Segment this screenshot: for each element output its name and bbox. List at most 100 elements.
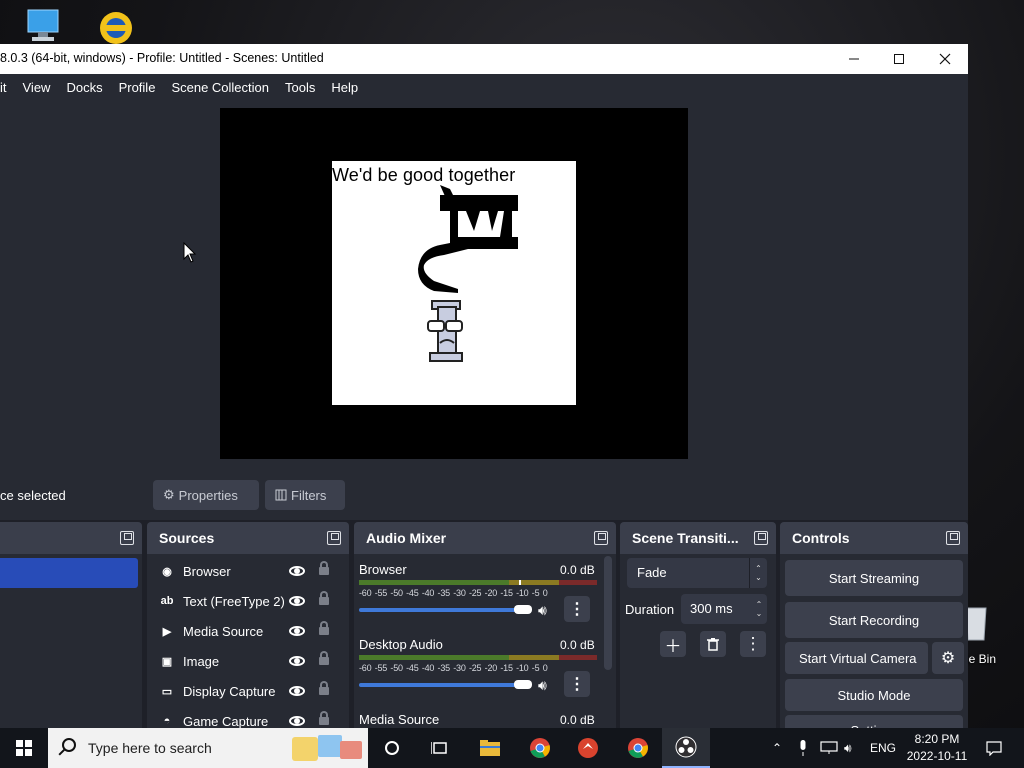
- source-label: Browser: [183, 563, 231, 579]
- search-placeholder: Type here to search: [88, 740, 212, 756]
- source-item-media-source[interactable]: ▶ Media Source: [147, 616, 349, 646]
- start-streaming-button[interactable]: Start Streaming: [785, 560, 963, 596]
- add-transition-button[interactable]: ＋: [660, 631, 686, 657]
- maximize-button[interactable]: [876, 44, 922, 74]
- gear-icon: ⚙: [940, 650, 956, 667]
- minimize-button[interactable]: [831, 44, 877, 74]
- undock-icon[interactable]: [120, 531, 134, 545]
- visibility-eye-icon[interactable]: [289, 716, 305, 726]
- notification-icon: [986, 741, 1002, 756]
- undock-icon[interactable]: [946, 531, 960, 545]
- visibility-eye-icon[interactable]: [289, 656, 305, 666]
- lock-icon[interactable]: [319, 651, 329, 665]
- visibility-eye-icon[interactable]: [289, 626, 305, 636]
- settings-button[interactable]: Settings: [785, 715, 963, 728]
- scene-list-item-selected[interactable]: [0, 558, 138, 588]
- source-item-display-capture[interactable]: ▭ Display Capture: [147, 676, 349, 706]
- undock-icon[interactable]: [594, 531, 608, 545]
- menu-scene-collection[interactable]: Scene Collection: [163, 80, 277, 95]
- source-item-image[interactable]: ▣ Image: [147, 646, 349, 676]
- text-icon: ab: [160, 595, 174, 607]
- virtual-camera-settings-button[interactable]: ⚙: [932, 642, 964, 674]
- properties-button[interactable]: ⚙ Properties: [153, 480, 259, 510]
- file-explorer-taskbar-button[interactable]: [466, 728, 514, 768]
- title-bar[interactable]: 8.0.3 (64-bit, windows) - Profile: Untit…: [0, 44, 968, 74]
- undock-icon[interactable]: [327, 531, 341, 545]
- language-label: ENG: [870, 741, 897, 755]
- menu-docks[interactable]: Docks: [58, 80, 110, 95]
- menu-tools[interactable]: Tools: [277, 80, 323, 95]
- lock-icon[interactable]: [319, 711, 329, 725]
- start-recording-button[interactable]: Start Recording: [785, 602, 963, 638]
- taskbar-clock[interactable]: 8:20 PM 2022-10-11: [904, 731, 970, 765]
- volume-slider-browser[interactable]: [359, 608, 517, 612]
- search-highlight-illustration-icon: [292, 735, 362, 761]
- chrome-taskbar-button[interactable]: [516, 728, 564, 768]
- task-view-icon-button[interactable]: [416, 728, 464, 768]
- transition-menu-button[interactable]: ⋮: [740, 631, 766, 657]
- network-tray-icon[interactable]: [820, 728, 838, 768]
- chevron-up-icon: ⌃: [772, 741, 783, 755]
- app-desktop-icon[interactable]: [92, 8, 140, 44]
- lock-icon[interactable]: [319, 561, 329, 575]
- duration-spinbox[interactable]: 300 ms ⌃ ⌄: [681, 594, 767, 624]
- undock-icon[interactable]: [754, 531, 768, 545]
- cortana-circle-icon: [385, 741, 399, 755]
- studio-mode-button[interactable]: Studio Mode: [785, 679, 963, 711]
- gamepad-icon: ◓: [163, 715, 171, 727]
- filters-button[interactable]: Filters: [265, 480, 345, 510]
- volume-tray-icon[interactable]: 🔊︎: [844, 728, 852, 768]
- menu-help[interactable]: Help: [323, 80, 366, 95]
- visibility-eye-icon[interactable]: [289, 566, 305, 576]
- channel-menu-button[interactable]: ⋮: [564, 671, 590, 697]
- menu-edit[interactable]: it: [0, 80, 15, 95]
- show-hidden-icons-button[interactable]: ⌃: [772, 728, 782, 768]
- visibility-eye-icon[interactable]: [289, 686, 305, 696]
- taskbar-search-box[interactable]: Type here to search: [48, 728, 368, 768]
- chrome-icon: [530, 738, 550, 758]
- speaker-icon: 🔊︎: [844, 740, 852, 755]
- lock-icon[interactable]: [319, 621, 329, 635]
- close-button[interactable]: [922, 44, 968, 74]
- menu-view[interactable]: View: [15, 80, 59, 95]
- menu-profile[interactable]: Profile: [111, 80, 164, 95]
- scenes-dock-header: [0, 522, 142, 554]
- source-item-game-capture[interactable]: ◓ Game Capture: [147, 706, 349, 728]
- sources-dock-title: Sources: [159, 530, 215, 546]
- visibility-eye-icon[interactable]: [289, 596, 305, 606]
- chrome-taskbar-button-2[interactable]: [614, 728, 662, 768]
- mixer-scrollbar[interactable]: [604, 556, 612, 670]
- microphone-tray-icon[interactable]: [798, 728, 808, 768]
- this-pc-desktop-icon[interactable]: [22, 8, 64, 44]
- app-taskbar-button[interactable]: [564, 728, 612, 768]
- task-view-button[interactable]: [368, 728, 416, 768]
- channel-db-desktop-audio: 0.0 dB: [560, 638, 595, 652]
- scene-transitions-dock: Scene Transiti... Fade ⌃ ⌄ Duration 300 m…: [620, 522, 776, 728]
- recycle-bin-icon[interactable]: [960, 600, 1024, 680]
- volume-slider-handle[interactable]: [514, 605, 532, 614]
- speaker-icon[interactable]: 🔊︎: [538, 677, 547, 694]
- volume-slider-desktop-audio[interactable]: [359, 683, 517, 687]
- obs-taskbar-button[interactable]: [662, 728, 710, 768]
- lock-icon[interactable]: [319, 681, 329, 695]
- gear-icon: ⚙: [163, 487, 175, 502]
- transition-select[interactable]: Fade ⌃ ⌄: [627, 558, 767, 588]
- input-language-indicator[interactable]: ENG: [870, 728, 896, 768]
- spin-arrow-icon[interactable]: ⌃ ⌄: [751, 594, 767, 624]
- source-label: Media Source: [183, 623, 264, 639]
- lock-icon[interactable]: [319, 591, 329, 605]
- remove-transition-button[interactable]: [700, 631, 726, 657]
- source-item-browser[interactable]: ◉ Browser: [147, 556, 349, 586]
- start-button[interactable]: [0, 728, 48, 768]
- notification-center-button[interactable]: [976, 728, 1012, 768]
- audio-mixer-dock-title: Audio Mixer: [366, 530, 447, 546]
- network-icon: [820, 741, 838, 754]
- program-preview[interactable]: We'd be good together: [220, 108, 688, 459]
- start-virtual-camera-button[interactable]: Start Virtual Camera: [785, 642, 928, 674]
- speaker-icon[interactable]: 🔊︎: [538, 602, 547, 619]
- globe-icon: ◉: [162, 565, 172, 578]
- volume-slider-handle[interactable]: [514, 680, 532, 689]
- obs-icon: [675, 736, 697, 758]
- channel-menu-button[interactable]: ⋮: [564, 596, 590, 622]
- source-item-text[interactable]: ab Text (FreeType 2): [147, 586, 349, 616]
